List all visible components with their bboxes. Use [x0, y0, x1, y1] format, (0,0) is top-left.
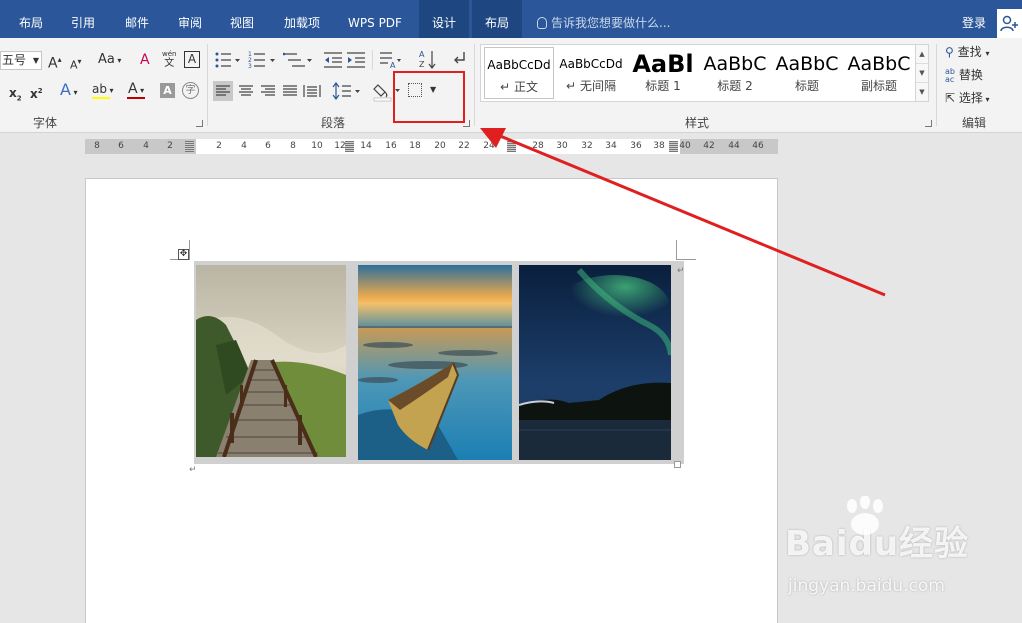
paw-icon: [847, 496, 883, 535]
baidu-watermark: Baidu经验 jingyan.baidu.com: [785, 496, 969, 596]
watermark-url: jingyan.baidu.com: [788, 576, 945, 596]
